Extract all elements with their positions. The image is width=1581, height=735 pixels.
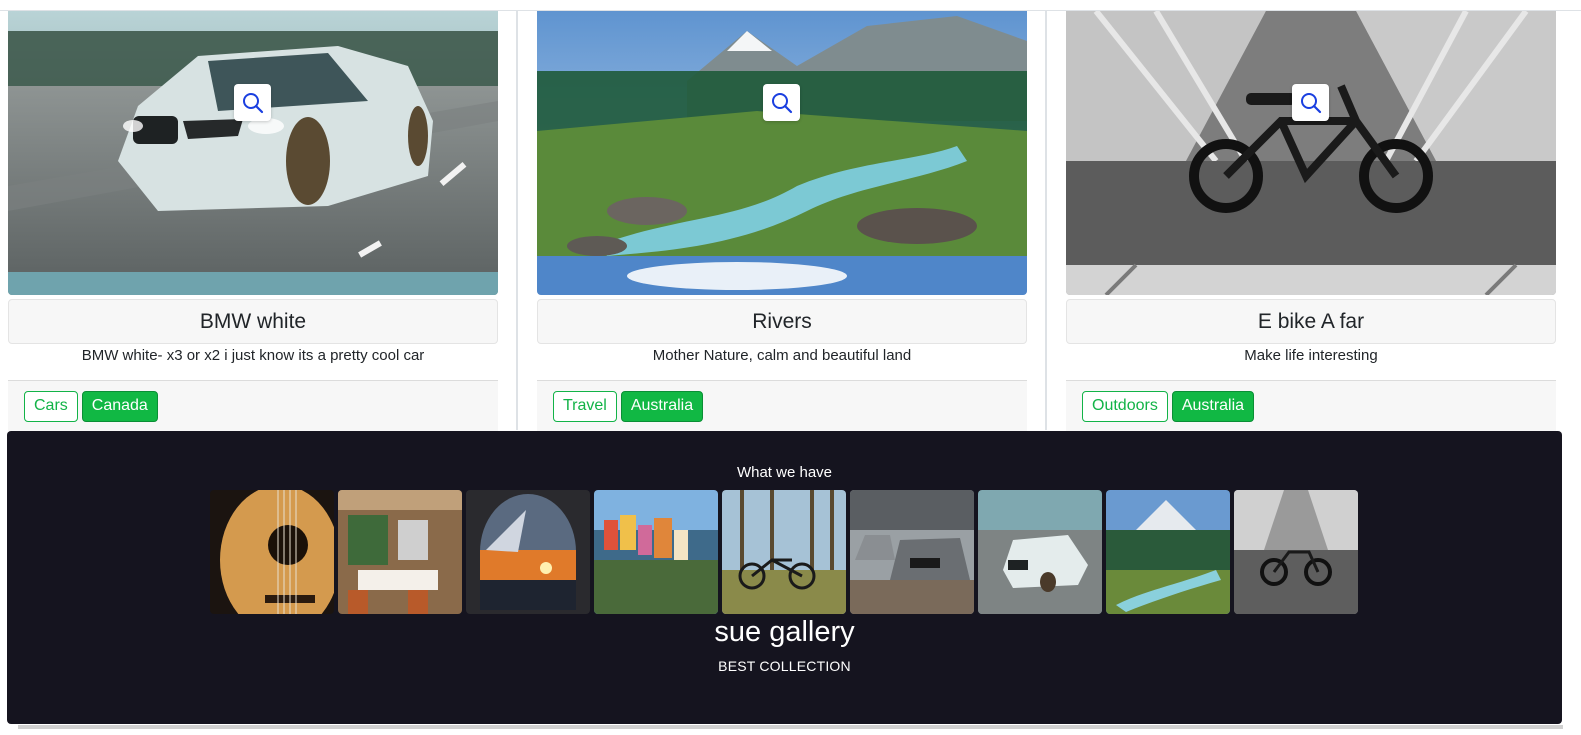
thumbnail-mountain-river[interactable] (1106, 490, 1230, 614)
card-description: Make life interesting (1244, 347, 1378, 364)
column-divider (516, 10, 518, 430)
footer-heading: What we have (736, 464, 833, 481)
thumbnail-bicycle-in-forest[interactable] (722, 490, 846, 614)
gallery-card-rivers: Rivers Mother Nature, calm and beautiful… (537, 11, 1027, 431)
thumbnail-ebike[interactable] (1234, 490, 1358, 614)
location-tag[interactable]: Australia (1171, 390, 1255, 422)
card-description: BMW white- x3 or x2 i just know its a pr… (81, 347, 425, 364)
search-icon (771, 92, 792, 113)
card-footer: Cars Canada (8, 380, 498, 431)
gallery-card-bmw: BMW white BMW white- x3 or x2 i just kno… (8, 11, 498, 431)
card-title: E bike A far (1066, 299, 1556, 344)
card-title: BMW white (8, 299, 498, 344)
thumbnail-restaurant-patio[interactable] (338, 490, 462, 614)
category-tag[interactable]: Travel (553, 390, 617, 422)
search-icon (242, 92, 263, 113)
search-icon (1300, 92, 1321, 113)
card-image[interactable] (537, 11, 1027, 295)
location-tag[interactable]: Australia (620, 390, 704, 422)
zoom-button[interactable] (234, 84, 271, 121)
gallery-card-ebike: E bike A far Make life interesting Outdo… (1066, 11, 1556, 431)
card-description: Mother Nature, calm and beautiful land (652, 347, 912, 364)
card-footer: Travel Australia (537, 380, 1027, 431)
category-tag[interactable]: Outdoors (1082, 390, 1168, 422)
card-title: Rivers (537, 299, 1027, 344)
thumbnail-white-bmw[interactable] (978, 490, 1102, 614)
site-footer: What we have sue gallery BEST COLLECTION (7, 431, 1562, 724)
card-image[interactable] (8, 11, 498, 295)
zoom-button[interactable] (1292, 84, 1329, 121)
horizontal-scrollbar[interactable] (18, 725, 1563, 729)
card-image[interactable] (1066, 11, 1556, 295)
column-divider (1045, 10, 1047, 430)
location-tag[interactable]: Canada (81, 390, 158, 422)
thumbnail-grey-bmw[interactable] (850, 490, 974, 614)
thumbnail-airplane-window-sunset[interactable] (466, 490, 590, 614)
zoom-button[interactable] (763, 84, 800, 121)
category-tag[interactable]: Cars (24, 390, 78, 422)
thumbnail-strip (210, 490, 1358, 614)
thumbnail-guitar[interactable] (210, 490, 334, 614)
card-footer: Outdoors Australia (1066, 380, 1556, 431)
thumbnail-coastal-village[interactable] (594, 490, 718, 614)
site-brand: sue gallery (714, 616, 855, 648)
site-tagline: BEST COLLECTION (718, 658, 851, 674)
